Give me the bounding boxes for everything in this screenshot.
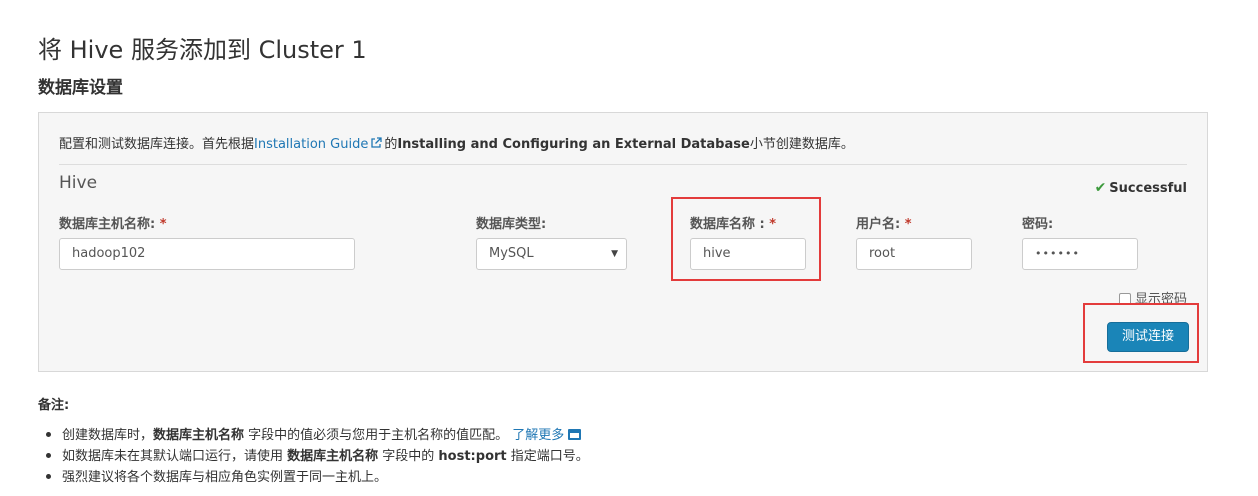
db-name-highlight <box>671 197 821 281</box>
list-item: 强烈建议将各个数据库与相应角色实例置于同一主机上。 <box>46 466 589 487</box>
db-type-label: 数据库类型: <box>476 217 547 232</box>
username-input[interactable]: root <box>856 238 972 270</box>
host-input[interactable]: hadoop102 <box>59 238 355 270</box>
installation-guide-link[interactable]: Installation Guide <box>254 137 368 152</box>
password-input[interactable]: •••••• <box>1022 238 1138 270</box>
window-icon <box>568 429 582 440</box>
notes-list: 创建数据库时，数据库主机名称 字段中的值必须与您用于主机名称的值匹配。 了解更多… <box>46 424 589 487</box>
page-title: 将 Hive 服务添加到 Cluster 1 <box>38 36 367 64</box>
chevron-down-icon: ▼ <box>611 249 618 259</box>
divider <box>59 164 1187 165</box>
notes-title: 备注: <box>38 398 70 413</box>
check-icon: ✔ <box>1094 180 1107 196</box>
username-label: 用户名: * <box>856 217 912 232</box>
db-type-select[interactable]: MySQL ▼ <box>476 238 627 270</box>
connection-status: ✔ Successful <box>1094 180 1187 196</box>
intro-text: 配置和测试数据库连接。首先根据Installation Guide 的Instal… <box>59 137 854 152</box>
learn-more-link[interactable]: 了解更多 <box>512 428 564 443</box>
external-link-icon <box>371 137 382 148</box>
password-label: 密码: <box>1022 217 1054 232</box>
section-title: 数据库设置 <box>38 78 123 98</box>
test-button-highlight <box>1083 303 1199 363</box>
host-label: 数据库主机名称: * <box>59 217 167 232</box>
database-settings-panel: 配置和测试数据库连接。首先根据Installation Guide 的Instal… <box>38 112 1208 372</box>
list-item: 如数据库未在其默认端口运行，请使用 数据库主机名称 字段中的 host:port… <box>46 445 589 466</box>
list-item: 创建数据库时，数据库主机名称 字段中的值必须与您用于主机名称的值匹配。 了解更多 <box>46 424 589 445</box>
service-name: Hive <box>59 173 98 193</box>
